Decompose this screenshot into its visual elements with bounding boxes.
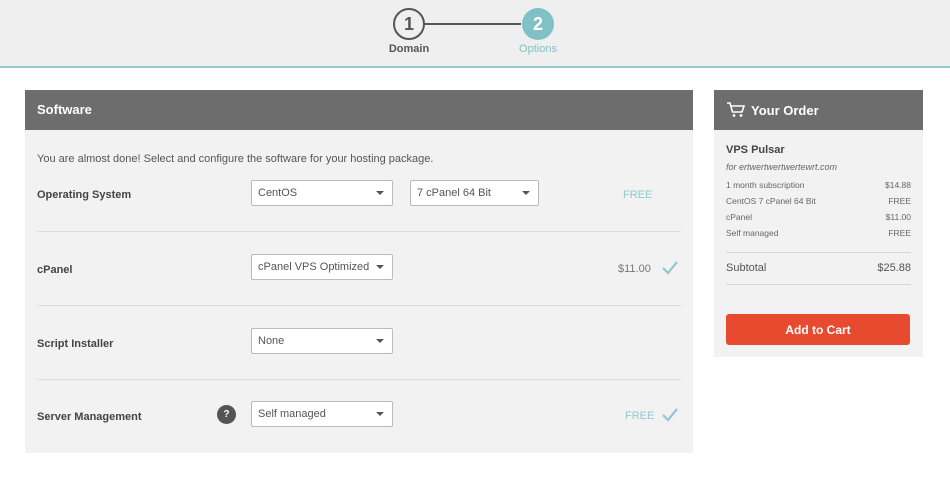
cpanel-select[interactable]: cPanel VPS Optimized: [251, 254, 393, 280]
step-domain[interactable]: 1 Domain: [369, 8, 449, 55]
select-value: Self managed: [258, 408, 326, 420]
row-label: Operating System: [37, 189, 132, 201]
order-summary: Your Order VPS Pulsar for ertwertwertwer…: [714, 90, 923, 357]
order-divider: [726, 252, 911, 253]
row-divider: [37, 231, 681, 232]
subtotal-value: $25.88: [877, 262, 911, 274]
row-price: FREE: [625, 410, 655, 422]
step-number: 1: [393, 8, 425, 40]
row-label: Script Installer: [37, 338, 114, 350]
software-title: Software: [25, 90, 693, 130]
add-to-cart-button[interactable]: Add to Cart: [726, 314, 910, 345]
order-line: Self managed FREE: [726, 228, 911, 238]
line-price: $14.88: [885, 180, 911, 190]
script-installer-select[interactable]: None: [251, 328, 393, 354]
line-name: CentOS 7 cPanel 64 Bit: [726, 196, 816, 206]
line-name: Self managed: [726, 228, 779, 238]
software-intro: You are almost done! Select and configur…: [37, 153, 434, 165]
line-name: 1 month subscription: [726, 180, 805, 190]
check-icon: [662, 408, 678, 422]
select-value: cPanel VPS Optimized: [258, 261, 370, 273]
order-title: Your Order: [751, 102, 819, 118]
shopping-cart-icon: [727, 102, 746, 117]
order-line: cPanel $11.00: [726, 212, 911, 222]
product-name: VPS Pulsar: [726, 144, 785, 156]
order-divider: [726, 284, 911, 285]
line-name: cPanel: [726, 212, 752, 222]
chevron-down-icon: [376, 339, 384, 343]
step-number: 2: [522, 8, 554, 40]
chevron-down-icon: [376, 265, 384, 269]
check-icon: [662, 261, 678, 275]
row-price: $11.00: [618, 263, 651, 275]
row-operating-system: Operating System CentOS 7 cPanel 64 Bit …: [37, 180, 681, 210]
subtotal-row: Subtotal $25.88: [726, 262, 911, 274]
row-divider: [37, 379, 681, 380]
line-price: FREE: [888, 228, 911, 238]
line-price: $11.00: [885, 212, 911, 222]
row-cpanel: cPanel cPanel VPS Optimized $11.00: [37, 254, 681, 284]
order-line: CentOS 7 cPanel 64 Bit FREE: [726, 196, 911, 206]
os-select[interactable]: CentOS: [251, 180, 393, 206]
order-header: Your Order: [714, 90, 923, 130]
row-price: FREE: [623, 189, 653, 201]
step-label: Domain: [388, 43, 430, 55]
row-label: cPanel: [37, 264, 73, 276]
row-server-management: Server Management ? Self managed FREE: [37, 401, 681, 431]
chevron-down-icon: [376, 191, 384, 195]
chevron-down-icon: [376, 412, 384, 416]
software-panel: Software You are almost done! Select and…: [25, 90, 693, 453]
row-label: Server Management: [37, 411, 142, 423]
select-value: 7 cPanel 64 Bit: [417, 187, 491, 199]
os-version-select[interactable]: 7 cPanel 64 Bit: [410, 180, 539, 206]
select-value: None: [258, 335, 285, 347]
server-management-select[interactable]: Self managed: [251, 401, 393, 427]
line-price: FREE: [888, 196, 911, 206]
step-options: 2 Options: [498, 8, 578, 55]
help-icon[interactable]: ?: [217, 405, 236, 424]
step-label: Options: [519, 43, 557, 55]
row-divider: [37, 305, 681, 306]
progress-steps: 1 Domain 2 Options: [0, 0, 950, 68]
subtotal-label: Subtotal: [726, 262, 767, 274]
row-script-installer: Script Installer None: [37, 328, 681, 358]
order-body: VPS Pulsar for ertwertwertwertewrt.com 1…: [726, 144, 911, 285]
order-line: 1 month subscription $14.88: [726, 180, 911, 190]
select-value: CentOS: [258, 187, 298, 199]
chevron-down-icon: [522, 191, 530, 195]
product-domain: for ertwertwertwertewrt.com: [726, 162, 838, 172]
